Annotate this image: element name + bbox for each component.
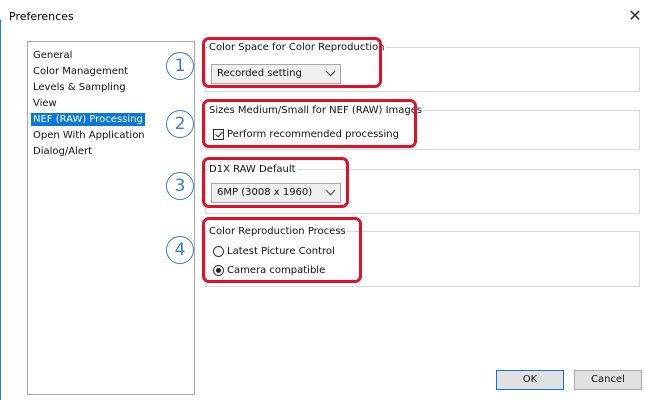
callout-box-4 (202, 217, 362, 283)
callout-number-4: 4 (166, 236, 194, 264)
category-list: General Color Management Levels & Sampli… (27, 41, 195, 395)
ok-button[interactable]: OK (496, 370, 564, 390)
category-item-general[interactable]: General (31, 49, 74, 62)
title-bar (0, 0, 646, 34)
callout-box-2 (202, 99, 417, 148)
callout-box-1 (202, 37, 382, 88)
category-item-levels-sampling[interactable]: Levels & Sampling (31, 81, 128, 94)
window-title: Preferences (9, 10, 74, 23)
category-item-nef-raw-processing[interactable]: NEF (RAW) Processing (31, 113, 145, 126)
callout-number-3: 3 (166, 172, 194, 200)
category-item-view[interactable]: View (31, 97, 59, 110)
category-item-color-management[interactable]: Color Management (31, 65, 130, 78)
cancel-button[interactable]: Cancel (574, 370, 642, 390)
callout-box-3 (202, 157, 349, 208)
category-item-dialog-alert[interactable]: Dialog/Alert (31, 145, 94, 158)
category-item-open-with-application[interactable]: Open With Application (31, 129, 147, 142)
window-border (0, 20, 1, 400)
callout-number-1: 1 (166, 52, 194, 80)
callout-number-2: 2 (166, 110, 194, 138)
close-icon[interactable]: ✕ (626, 5, 644, 27)
